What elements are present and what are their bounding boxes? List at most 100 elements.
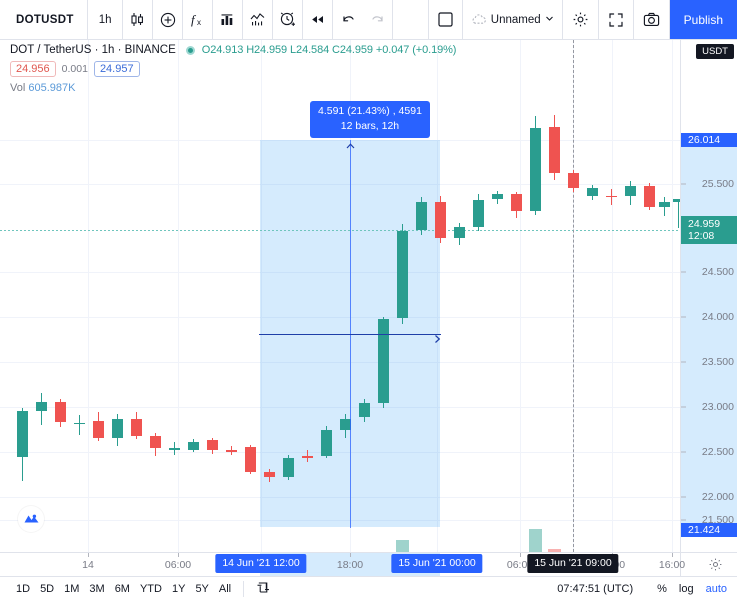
price-axis-badge: 21.424 xyxy=(681,523,737,537)
chart-settings-icon[interactable] xyxy=(708,557,723,577)
candle-body xyxy=(150,436,161,448)
price-badge-value: 24.959 xyxy=(688,218,721,230)
auto-scale-button[interactable]: auto xyxy=(706,583,727,595)
time-axis-label: 16:00 xyxy=(658,559,686,571)
compare-icon[interactable] xyxy=(243,0,274,39)
time-axis-tick xyxy=(88,553,89,557)
time-axis-label: 18:00 xyxy=(336,559,364,571)
candle-body xyxy=(473,199,484,228)
candle-body xyxy=(644,186,655,207)
top-toolbar: DOTUSDT 1h fx Unnamed Publish xyxy=(0,0,737,40)
replay-icon[interactable] xyxy=(303,0,334,39)
range-button-1y[interactable]: 1Y xyxy=(172,583,185,595)
price-axis-badge: 24.959 12:08 xyxy=(681,216,737,244)
candle-body xyxy=(36,401,47,411)
percent-scale-button[interactable]: % xyxy=(657,583,667,595)
layout-select-icon[interactable] xyxy=(429,0,463,39)
candle-wick xyxy=(79,414,80,436)
candle-body xyxy=(245,447,256,472)
price-pane[interactable]: 4.591 (21.43%) , 4591 12 bars, 12h DOT /… xyxy=(0,40,680,552)
candle-body xyxy=(416,201,427,230)
measurement-horizontal-line[interactable] xyxy=(259,334,441,335)
measurement-line1: 4.591 (21.43%) , 4591 xyxy=(318,105,422,117)
time-axis-label: 06:00 xyxy=(164,559,192,571)
snapshot-camera-icon[interactable] xyxy=(634,0,670,39)
candle-body xyxy=(511,193,522,212)
clock-label[interactable]: 07:47:51 (UTC) xyxy=(557,583,633,595)
price-axis-label: 23.000 xyxy=(701,401,734,413)
candle-body xyxy=(659,201,670,207)
candle-body xyxy=(283,457,294,477)
time-axis-badge: 14 Jun '21 12:00 xyxy=(215,554,307,573)
interval-button[interactable]: 1h xyxy=(88,0,124,39)
fx-indicators-icon[interactable]: fx xyxy=(183,0,214,39)
price-axis-label: 22.500 xyxy=(701,446,734,458)
candle-body xyxy=(226,450,237,452)
price-axis-label: 24.500 xyxy=(701,266,734,278)
range-button-3m[interactable]: 3M xyxy=(89,583,104,595)
candle-body xyxy=(606,195,617,197)
indicators-plus-icon[interactable] xyxy=(153,0,184,39)
price-axis[interactable]: USDT 26.014 25.500 24.959 12:08 24.500 24.000… xyxy=(680,40,737,552)
price-axis-tick xyxy=(681,316,686,318)
range-button-5y[interactable]: 5Y xyxy=(195,583,208,595)
time-axis-tick xyxy=(672,553,673,557)
range-button-1d[interactable]: 1D xyxy=(16,583,30,595)
price-badge-value: 21.424 xyxy=(688,524,721,536)
alert-clock-icon[interactable] xyxy=(273,0,304,39)
bottom-bar: 1D 5D 1M 3M 6M YTD 1Y 5Y All 07:47:51 (UTC) % lo… xyxy=(0,576,737,601)
candle-body xyxy=(131,419,142,437)
add-indicator-plus-icon[interactable] xyxy=(680,45,681,59)
undo-icon[interactable] xyxy=(333,0,363,39)
bar-chart-icon[interactable] xyxy=(213,0,244,39)
price-axis-tick xyxy=(681,451,686,453)
candle-body xyxy=(188,441,199,451)
price-axis-badge: 26.014 xyxy=(681,133,737,147)
layout-name-label: Unnamed xyxy=(490,13,541,26)
publish-button[interactable]: Publish xyxy=(669,0,737,39)
range-button-6m[interactable]: 6M xyxy=(115,583,130,595)
candle-body xyxy=(549,127,560,174)
fullscreen-icon[interactable] xyxy=(599,0,634,39)
candle-body xyxy=(625,186,636,197)
candle-style-icon[interactable] xyxy=(123,0,154,39)
candle-body xyxy=(454,227,465,238)
candle-body xyxy=(17,410,28,457)
price-axis-label: 24.000 xyxy=(701,311,734,323)
range-button-ytd[interactable]: YTD xyxy=(140,583,162,595)
measurement-arrow-right xyxy=(428,335,446,344)
candle-wick xyxy=(678,198,679,229)
measurement-tooltip: 4.591 (21.43%) , 4591 12 bars, 12h xyxy=(310,101,430,138)
price-badge-value: 26.014 xyxy=(688,134,721,146)
gear-icon[interactable] xyxy=(563,0,599,39)
price-axis-tick xyxy=(681,519,686,521)
range-button-5d[interactable]: 5D xyxy=(40,583,54,595)
candle-body xyxy=(74,422,85,424)
price-badge-time: 12:08 xyxy=(688,230,715,242)
redo-icon[interactable] xyxy=(363,0,394,39)
symbol-button[interactable]: DOTUSDT xyxy=(0,0,88,39)
candle-wick xyxy=(611,189,612,206)
candle-body xyxy=(112,419,123,438)
candle-body xyxy=(264,471,275,477)
calendar-icon[interactable] xyxy=(256,580,271,598)
candle-body xyxy=(587,187,598,196)
tradingview-chart-app: DOTUSDT 1h fx Unnamed Publish 4.591 (21.… xyxy=(0,0,737,601)
log-scale-button[interactable]: log xyxy=(679,583,694,595)
time-axis-badge: 15 Jun '21 00:00 xyxy=(391,554,483,573)
chart-container: 4.591 (21.43%) , 4591 12 bars, 12h DOT /… xyxy=(0,40,737,552)
toolbar-spacer xyxy=(393,0,429,39)
svg-text:x: x xyxy=(197,18,201,27)
measurement-line2: 12 bars, 12h xyxy=(340,120,400,132)
time-axis[interactable]: 1406:0018:0006:0012:0016:0014 Jun '21 12… xyxy=(0,552,737,576)
candle-body xyxy=(397,230,408,319)
range-button-1m[interactable]: 1M xyxy=(64,583,79,595)
range-buttons: 1D 5D 1M 3M 6M YTD 1Y 5Y All xyxy=(10,583,231,595)
saved-layout-button[interactable]: Unnamed xyxy=(463,0,563,39)
candle-body xyxy=(378,318,389,403)
candle-body xyxy=(435,201,446,238)
range-button-all[interactable]: All xyxy=(219,583,231,595)
candle-body xyxy=(673,198,680,202)
time-axis-label: 14 xyxy=(82,559,94,571)
candle-body xyxy=(568,173,579,188)
